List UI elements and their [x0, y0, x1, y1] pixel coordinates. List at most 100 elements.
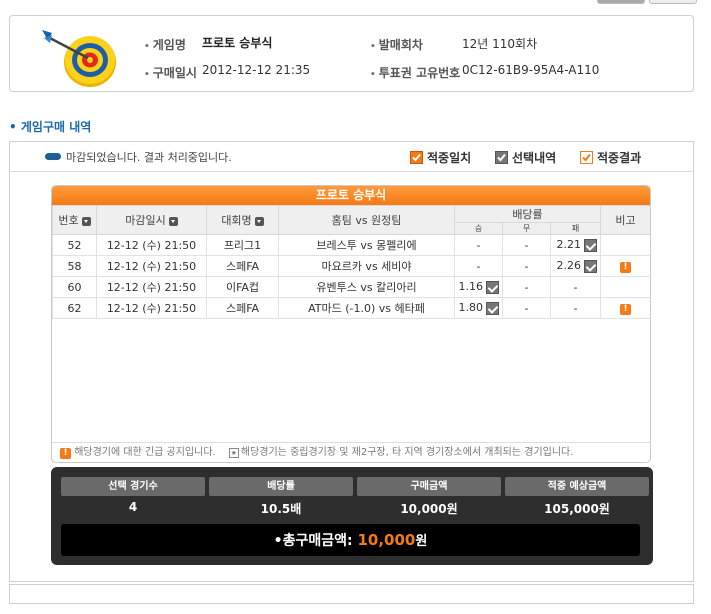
orange-check-icon	[410, 151, 423, 164]
game-name-value: 프로토 승부식	[202, 36, 273, 50]
row-draw: -	[502, 297, 551, 319]
game-name-label: 게임명	[144, 36, 186, 53]
outline-check-icon	[580, 151, 593, 164]
selected-check-icon	[584, 238, 598, 252]
col-header-lose: 패	[549, 222, 602, 235]
row-draw: -	[502, 234, 551, 256]
ticket-id-label: 투표권 고유번호	[370, 64, 460, 81]
legend-label: 적중결과	[597, 151, 642, 165]
row-no: 58	[52, 255, 97, 277]
bottom-panel	[9, 584, 694, 604]
purchase-date-label: 구매일시	[144, 64, 197, 81]
col-header-teams: 홈팀 vs 원정팀	[278, 205, 455, 235]
legend-hit-match: 적중일치	[410, 149, 471, 166]
selected-count-value: 4	[128, 500, 138, 514]
row-no: 52	[52, 234, 97, 256]
target-dart-icon	[40, 26, 126, 88]
section-title: 게임구매 내역	[9, 118, 91, 135]
status-indicator-icon	[45, 153, 61, 160]
total-unit: 원	[415, 534, 428, 549]
sort-icon[interactable]	[81, 216, 91, 226]
legend-selection: 선택내역	[495, 149, 556, 166]
note-star-text: 해당경기는 중립경기장 및 제2구장, 타 지역 경기장소에서 개최되는 경기입…	[240, 447, 574, 458]
row-note	[600, 234, 650, 256]
row-teams: AT마드 (-1.0) vs 헤타페	[278, 297, 455, 319]
row-deadline: 12-12 (수) 21:50	[96, 276, 207, 298]
row-win: -	[454, 255, 503, 277]
game-table-title: 프로토 승부식	[52, 186, 650, 205]
status-row: 마감되었습니다. 결과 처리중입니다. 적중일치 선택내역 적중결과	[10, 142, 693, 172]
row-win: 1.80	[454, 297, 503, 319]
row-win: 1.16	[454, 276, 503, 298]
row-deadline: 12-12 (수) 21:50	[96, 255, 207, 277]
warning-icon[interactable]: !	[620, 262, 632, 273]
row-teams: 브레스투 vs 몽펠리에	[278, 234, 455, 256]
row-league: 스페FA	[206, 255, 279, 277]
table-notes: ! 해당경기에 대한 긴급 공지입니다. ★ 해당경기는 중립경기장 및 제2구장…	[52, 442, 650, 462]
game-table-panel: 프로토 승부식 번호 마감일시 대회명 홈팀 vs 원정팀 배당률 비고 승 무	[51, 185, 651, 463]
expected-amount-value: 105,000원	[544, 502, 610, 516]
status-text: 마감되었습니다. 결과 처리중입니다.	[66, 151, 232, 164]
row-note	[600, 276, 650, 298]
col-header-league[interactable]: 대회명	[206, 205, 279, 235]
game-info-box: 게임명 프로토 승부식 구매일시 2012-12-12 21:35 발매회차 1…	[9, 15, 694, 92]
expected-amount-label: 적중 예상금액	[505, 477, 649, 496]
table-row: 58 12-12 (수) 21:50 스페FA 마요르카 vs 세비야 - - …	[52, 255, 650, 277]
row-lose: 2.21	[549, 234, 602, 256]
legend-hit-result: 적중결과	[580, 149, 641, 166]
row-no: 62	[52, 297, 97, 319]
purchase-date-value: 2012-12-12 21:35	[202, 63, 311, 77]
ticket-id-value: 0C12-61B9-95A4-A110	[462, 63, 600, 77]
star-icon: ★	[228, 448, 239, 458]
row-teams: 마요르카 vs 세비야	[278, 255, 455, 277]
row-win: -	[454, 234, 503, 256]
row-note: !	[600, 297, 650, 319]
note-warn-text: 해당경기에 대한 긴급 공지입니다.	[74, 447, 216, 458]
warning-icon: !	[60, 448, 71, 459]
purchase-amount-value: 10,000원	[400, 502, 458, 516]
col-header-deadline[interactable]: 마감일시	[96, 205, 207, 235]
row-lose: 2.26	[549, 255, 602, 277]
row-league: 프리그1	[206, 234, 279, 256]
purchase-history-panel: 마감되었습니다. 결과 처리중입니다. 적중일치 선택내역 적중결과 프로토 승…	[9, 141, 694, 582]
game-table: 번호 마감일시 대회명 홈팀 vs 원정팀 배당률 비고 승 무 패 52 12…	[52, 205, 650, 319]
selected-check-icon	[584, 259, 598, 273]
total-label: •총구매금액:	[273, 533, 353, 549]
selected-check-icon	[486, 301, 499, 315]
row-teams: 유벤투스 vs 칼리아리	[278, 276, 455, 298]
warning-icon[interactable]: !	[620, 304, 632, 315]
row-deadline: 12-12 (수) 21:50	[96, 234, 207, 256]
legend-label: 선택내역	[512, 151, 557, 165]
total-amount-bar: •총구매금액: 10,000원	[61, 524, 640, 556]
row-draw: -	[502, 276, 551, 298]
top-button-2[interactable]	[649, 0, 697, 4]
col-header-win: 승	[454, 222, 503, 235]
row-lose: -	[549, 297, 602, 319]
selected-count-label: 선택 경기수	[61, 477, 205, 496]
row-league: 스페FA	[206, 297, 279, 319]
row-draw: -	[502, 255, 551, 277]
sort-icon[interactable]	[254, 216, 264, 226]
top-button-1[interactable]	[597, 0, 645, 4]
col-header-no[interactable]: 번호	[52, 205, 97, 235]
col-header-draw: 무	[502, 222, 551, 235]
row-league: 이FA컵	[206, 276, 279, 298]
row-deadline: 12-12 (수) 21:50	[96, 297, 207, 319]
round-value: 12년 110회차	[462, 37, 538, 51]
selected-check-icon	[486, 280, 499, 294]
row-no: 60	[52, 276, 97, 298]
round-label: 발매회차	[370, 36, 423, 53]
legend-label: 적중일치	[427, 151, 472, 165]
row-note: !	[600, 255, 650, 277]
odds-value: 10.5배	[260, 502, 302, 516]
purchase-summary: 선택 경기수 배당률 구매금액 적중 예상금액 4 10.5배 10,000원 …	[51, 467, 653, 565]
col-header-odds: 배당률	[453, 205, 602, 223]
table-row: 62 12-12 (수) 21:50 스페FA AT마드 (-1.0) vs 헤…	[52, 297, 650, 319]
sort-icon[interactable]	[168, 216, 178, 226]
top-buttons	[597, 0, 697, 4]
table-row: 60 12-12 (수) 21:50 이FA컵 유벤투스 vs 칼리아리 1.1…	[52, 276, 650, 298]
purchase-amount-label: 구매금액	[357, 477, 501, 496]
table-row: 52 12-12 (수) 21:50 프리그1 브레스투 vs 몽펠리에 - -…	[52, 234, 650, 256]
row-lose: -	[549, 276, 602, 298]
col-header-note: 비고	[600, 205, 650, 235]
